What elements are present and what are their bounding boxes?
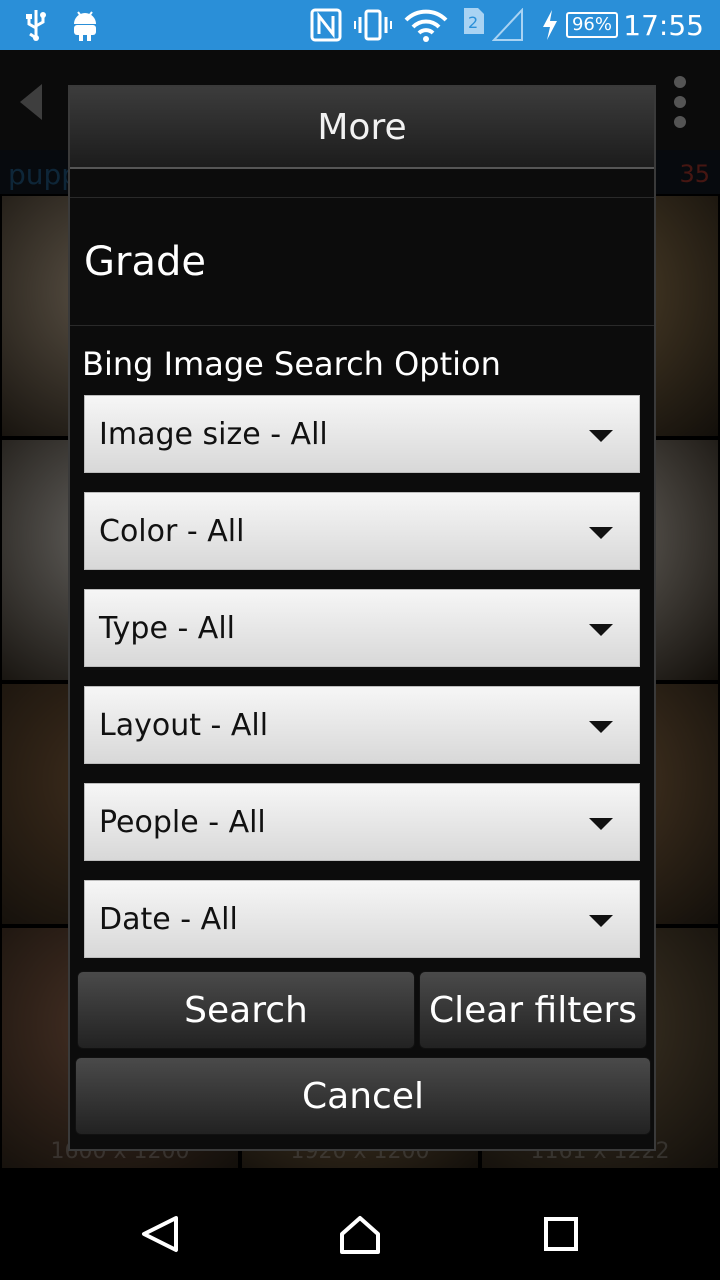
image-size-dropdown[interactable]: Image size - All — [84, 395, 640, 473]
chevron-down-icon — [589, 624, 613, 636]
chevron-down-icon — [589, 430, 613, 442]
divider — [70, 197, 654, 198]
signal-icon — [491, 7, 524, 46]
date-dropdown[interactable]: Date - All — [84, 880, 640, 958]
grade-option[interactable]: Grade — [84, 239, 206, 285]
color-dropdown[interactable]: Color - All — [84, 492, 640, 570]
clock: 17:55 — [623, 9, 704, 42]
layout-dropdown[interactable]: Layout - All — [84, 686, 640, 764]
sim-icon: 2 — [462, 6, 486, 40]
type-dropdown[interactable]: Type - All — [84, 589, 640, 667]
dropdown-label: People - All — [99, 805, 266, 840]
more-dialog: More Grade Bing Image Search Option Imag… — [68, 85, 656, 1151]
chevron-down-icon — [589, 915, 613, 927]
navigation-bar — [0, 1184, 720, 1280]
divider — [70, 325, 654, 326]
search-button[interactable]: Search — [77, 971, 415, 1049]
chevron-down-icon — [589, 721, 613, 733]
battery-icon: 96% — [566, 12, 618, 38]
people-dropdown[interactable]: People - All — [84, 783, 640, 861]
chevron-down-icon — [589, 818, 613, 830]
android-debug-icon — [70, 8, 100, 46]
nfc-icon — [310, 8, 342, 46]
status-bar: 2 96% 17:55 — [0, 0, 720, 50]
home-nav-icon[interactable] — [338, 1212, 382, 1260]
vibrate-icon — [354, 8, 392, 46]
dropdown-label: Date - All — [99, 902, 238, 937]
usb-icon — [22, 8, 50, 46]
dropdown-label: Image size - All — [99, 417, 328, 452]
sim-slot-number: 2 — [468, 13, 478, 32]
chevron-down-icon — [589, 527, 613, 539]
back-nav-icon[interactable] — [140, 1214, 180, 1258]
dropdown-label: Type - All — [99, 611, 235, 646]
cancel-button[interactable]: Cancel — [75, 1057, 651, 1135]
charging-icon — [540, 8, 560, 46]
dropdown-label: Layout - All — [99, 708, 269, 743]
wifi-icon — [404, 8, 448, 46]
dialog-title: More — [70, 87, 654, 169]
dropdown-label: Color - All — [99, 514, 245, 549]
section-label: Bing Image Search Option — [82, 345, 501, 383]
clear-filters-button[interactable]: Clear filters — [419, 971, 647, 1049]
recents-nav-icon[interactable] — [543, 1216, 579, 1256]
